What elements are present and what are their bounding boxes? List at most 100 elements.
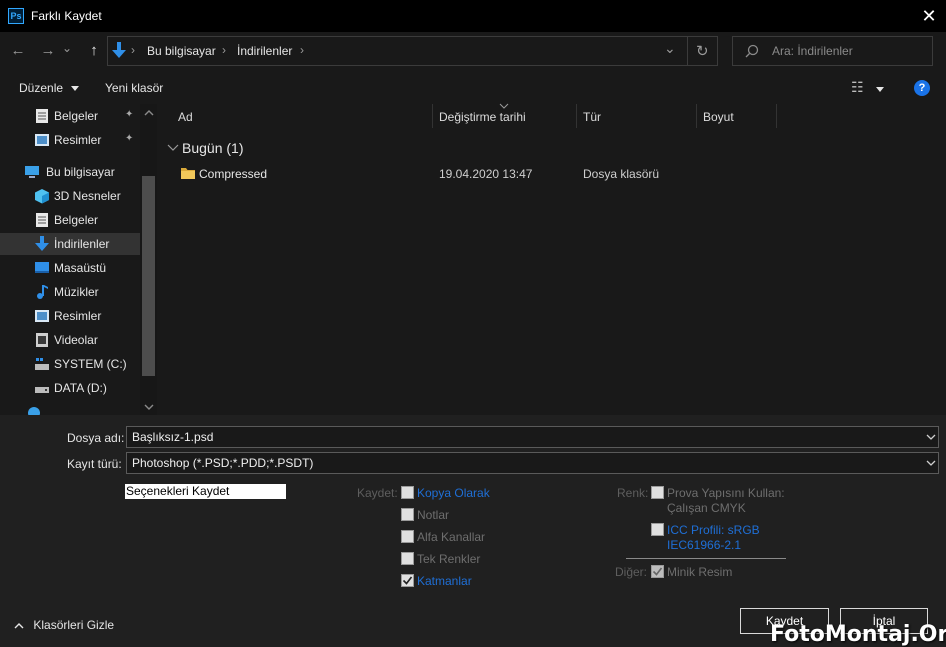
caret-down-icon [71, 86, 80, 91]
download-icon [35, 236, 49, 251]
pictures-icon [35, 134, 49, 146]
proof-setup-checkbox[interactable] [651, 486, 664, 499]
organize-label: Düzenle [19, 81, 64, 95]
sidebar-item-downloads[interactable]: İndirilenler [0, 233, 140, 255]
folder-icon [181, 168, 195, 179]
address-dropdown-icon[interactable]: ⌄ [664, 40, 676, 57]
organize-button[interactable]: Düzenle [19, 81, 80, 95]
sidebar-item-documents[interactable]: Belgeler [0, 209, 140, 231]
file-name: Compressed [199, 167, 268, 181]
spot-colors-option-label: Tek Renkler [417, 552, 481, 566]
spot-colors-checkbox[interactable] [401, 552, 414, 565]
desktop-icon [35, 262, 49, 273]
window-title: Farklı Kaydet [31, 9, 102, 23]
title-bar [0, 0, 946, 32]
refresh-icon[interactable]: ↻ [696, 42, 709, 60]
sidebar-item-label: DATA (D:) [54, 381, 107, 395]
sidebar-item-3d-objects[interactable]: 3D Nesneler [0, 185, 140, 207]
filename-label: Dosya adı: [67, 431, 125, 445]
breadcrumb-this-pc[interactable]: Bu bilgisayar [147, 44, 216, 58]
chevron-down-icon[interactable] [926, 433, 936, 441]
sidebar-item-music[interactable]: Müzikler [0, 281, 140, 303]
icc-profile-name: IEC61966-2.1 [667, 538, 742, 552]
filename-value: Başlıksız-1.psd [132, 430, 214, 444]
column-header-size[interactable]: Boyut [703, 110, 734, 124]
computer-icon [25, 166, 39, 178]
sidebar-item-label: İndirilenler [54, 237, 110, 251]
up-arrow-icon[interactable]: ↑ [84, 41, 104, 61]
sidebar-item-this-pc[interactable]: Bu bilgisayar [0, 161, 140, 183]
filetype-select[interactable]: Photoshop (*.PSD;*.PDD;*.PSDT) [126, 452, 939, 474]
icc-profile-label[interactable]: ICC Profili: sRGB [667, 523, 760, 537]
pictures-icon [35, 310, 49, 322]
sidebar-item-resimler-pinned[interactable]: Resimler ✦ [0, 129, 140, 151]
breadcrumb-downloads[interactable]: İndirilenler [237, 44, 292, 58]
save-options-title: Seçenekleri Kaydet [125, 484, 286, 499]
hide-folders-label: Klasörleri Gizle [33, 618, 115, 632]
layers-checkbox[interactable] [401, 574, 414, 587]
thumbnail-checkbox[interactable] [651, 565, 664, 578]
sidebar-item-label: Müzikler [54, 285, 99, 299]
search-placeholder: Ara: İndirilenler [772, 44, 853, 58]
copy-option-label[interactable]: Kopya Olarak [417, 486, 490, 500]
cube-icon [35, 189, 49, 204]
filetype-label: Kayıt türü: [67, 457, 122, 471]
checkmark-icon [402, 576, 413, 585]
view-options-icon[interactable]: ☷ [851, 79, 864, 96]
watermark-text: FotoMontaj.Org [770, 622, 946, 647]
video-icon [36, 333, 48, 347]
new-folder-button[interactable]: Yeni klasör [105, 81, 163, 95]
filetype-value: Photoshop (*.PSD;*.PDD;*.PSDT) [132, 456, 314, 470]
breadcrumb-separator: › [131, 43, 135, 57]
column-header-modified[interactable]: Değiştirme tarihi [439, 110, 526, 124]
recent-locations-icon[interactable]: ⌄ [60, 38, 74, 58]
back-arrow-icon[interactable]: ← [8, 41, 28, 61]
file-type: Dosya klasörü [583, 167, 660, 181]
scroll-up-icon[interactable] [144, 109, 154, 117]
sidebar-item-belgeler-pinned[interactable]: Belgeler ✦ [0, 105, 140, 127]
sidebar-item-desktop[interactable]: Masaüstü [0, 257, 140, 279]
sidebar-item-pictures[interactable]: Resimler [0, 305, 140, 327]
column-separator[interactable] [432, 104, 433, 128]
forward-arrow-icon[interactable]: → [38, 41, 58, 61]
table-row[interactable]: Compressed 19.04.2020 13:47 Dosya klasör… [172, 162, 772, 184]
sidebar-item-label: Resimler [54, 133, 102, 147]
navigation-pane: Belgeler ✦ Resimler ✦ Bu bilgisayar 3D N… [0, 104, 160, 415]
document-icon [36, 213, 48, 227]
sidebar-item-label: Belgeler [54, 213, 99, 227]
group-header-today[interactable]: Bugün (1) [182, 140, 243, 156]
divider [687, 36, 688, 66]
filename-input[interactable]: Başlıksız-1.psd [126, 426, 939, 448]
column-separator[interactable] [576, 104, 577, 128]
group-collapse-icon[interactable] [167, 144, 179, 152]
chevron-down-icon[interactable] [926, 459, 936, 467]
sidebar-item-drive-d[interactable]: DATA (D:) [0, 377, 140, 399]
column-separator[interactable] [696, 104, 697, 128]
help-icon[interactable]: ? [914, 80, 930, 96]
pin-icon: ✦ [125, 109, 134, 120]
sidebar-item-label: Masaüstü [54, 261, 107, 275]
pin-icon: ✦ [125, 133, 134, 144]
breadcrumb-separator[interactable]: › [300, 43, 304, 57]
close-icon[interactable]: ✕ [918, 5, 940, 27]
column-header-name[interactable]: Ad [178, 110, 193, 124]
icc-profile-checkbox[interactable] [651, 523, 664, 536]
sidebar-scrollbar-thumb[interactable] [142, 176, 155, 376]
notes-checkbox[interactable] [401, 508, 414, 521]
sidebar-item-drive-c[interactable]: SYSTEM (C:) [0, 353, 140, 375]
sidebar-item-videos[interactable]: Videolar [0, 329, 140, 351]
alpha-channels-option-label: Alfa Kanallar [417, 530, 486, 544]
layers-option-label[interactable]: Katmanlar [417, 574, 472, 588]
copy-checkbox[interactable] [401, 486, 414, 499]
hide-folders-toggle[interactable]: Klasörleri Gizle [14, 618, 114, 632]
alpha-channels-checkbox[interactable] [401, 530, 414, 543]
view-dropdown-icon[interactable] [875, 85, 885, 93]
column-header-type[interactable]: Tür [583, 110, 601, 124]
photoshop-app-icon: Ps [8, 8, 24, 24]
scroll-down-icon[interactable] [144, 403, 154, 411]
column-separator[interactable] [776, 104, 777, 128]
thumbnail-label: Minik Resim [667, 565, 733, 579]
music-icon [37, 285, 48, 299]
notes-option-label: Notlar [417, 508, 450, 522]
sidebar-item-label: Belgeler [54, 109, 99, 123]
